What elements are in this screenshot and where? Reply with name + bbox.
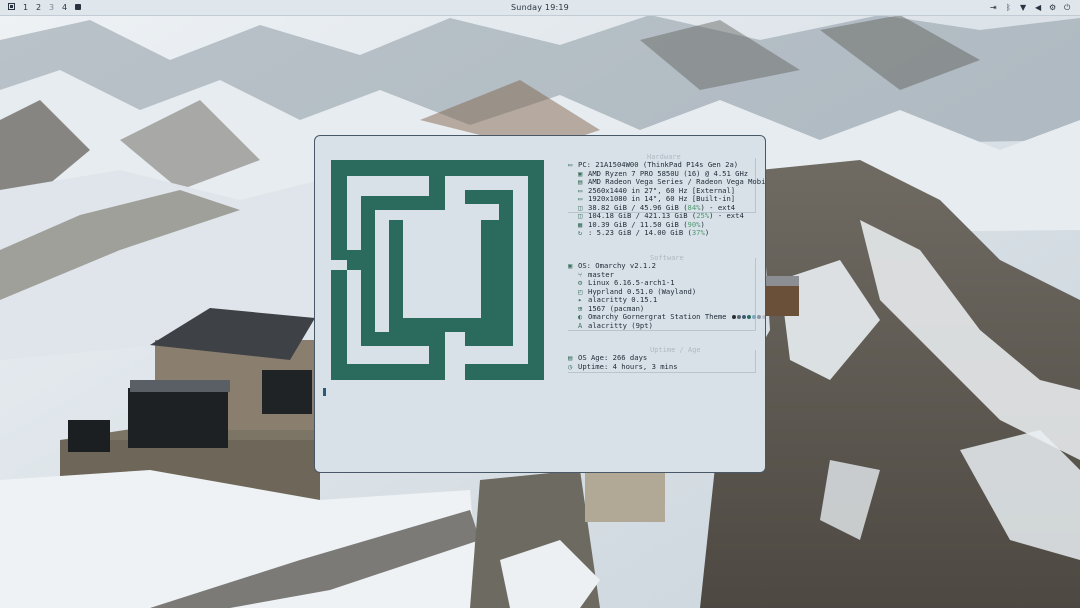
omarchy-logo bbox=[331, 160, 544, 380]
os-icon: ▣ bbox=[568, 262, 573, 270]
hw-swap: ↻ : 5.23 GiB / 14.00 GiB (37%) bbox=[578, 228, 709, 238]
top-bar: 1 2 3 4 Sunday 19:19 ⇥ ᛒ ▼ ◀ ⚙ ⏻ bbox=[0, 0, 1080, 16]
hw-swap-used: : 5.23 GiB / 14.00 GiB ( bbox=[588, 228, 692, 237]
theme-swatch-1 bbox=[731, 315, 736, 319]
swap-icon: ↻ bbox=[578, 229, 583, 237]
power-icon[interactable]: ⏻ bbox=[1064, 3, 1070, 13]
os-age-text: OS Age: 266 days bbox=[578, 353, 648, 362]
laptop-icon: ▭ bbox=[568, 161, 573, 169]
hw-disk-home-fs: ) - ext4 bbox=[709, 211, 744, 220]
text-cursor bbox=[323, 388, 326, 396]
theme-swatch-3 bbox=[741, 315, 746, 319]
theme-swatch-4 bbox=[746, 315, 751, 319]
cpu-icon[interactable]: ⚙ bbox=[1049, 3, 1056, 12]
logout-icon[interactable]: ⇥ bbox=[990, 3, 997, 12]
sw-font-text: alacritty (9pt) bbox=[588, 320, 653, 330]
bluetooth-icon[interactable]: ᛒ bbox=[1006, 3, 1011, 12]
hw-swap-pct: 37% bbox=[691, 228, 705, 237]
theme-swatch-6 bbox=[756, 315, 761, 319]
volume-icon[interactable]: ◀ bbox=[1035, 3, 1041, 12]
theme-swatch-7 bbox=[761, 315, 765, 319]
uptime-text: Uptime: 4 hours, 3 mins bbox=[578, 362, 678, 371]
clock[interactable]: Sunday 19:19 bbox=[0, 3, 1080, 12]
theme-swatch-2 bbox=[736, 315, 741, 319]
wifi-icon[interactable]: ▼ bbox=[1020, 3, 1026, 12]
font-icon: A bbox=[578, 321, 583, 330]
sw-font: Aalacritty (9pt) bbox=[578, 321, 653, 331]
hw-swap-close: ) bbox=[704, 228, 710, 237]
clock-icon: ◷ bbox=[568, 363, 573, 371]
terminal-window[interactable]: Hardware ▭ PC: 21A1504W00 (ThinkPad P14s … bbox=[314, 135, 766, 473]
theme-swatch-5 bbox=[751, 315, 756, 319]
theme-color-swatches bbox=[731, 312, 765, 321]
uptime: ◷ Uptime: 4 hours, 3 mins bbox=[568, 362, 678, 372]
